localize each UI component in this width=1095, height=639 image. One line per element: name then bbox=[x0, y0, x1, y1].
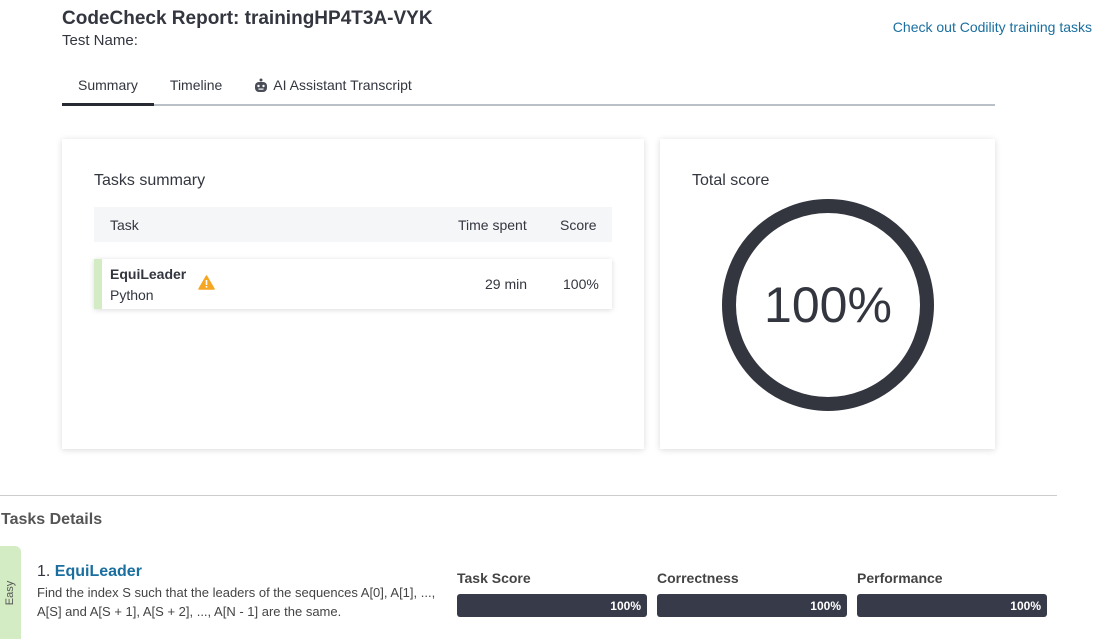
time-spent: 29 min bbox=[485, 276, 528, 292]
total-score-card: Total score 100% bbox=[660, 139, 995, 449]
progress-bar: 100% bbox=[657, 594, 847, 617]
metric-performance: Performance 100% bbox=[857, 570, 1047, 617]
task-score: 100% bbox=[563, 276, 599, 292]
tab-bar: Summary Timeline AI Assistant Transcript bbox=[62, 70, 995, 106]
test-name: Test Name: bbox=[62, 32, 138, 49]
column-task: Task bbox=[110, 217, 139, 233]
tasks-summary-title: Tasks summary bbox=[94, 172, 206, 189]
progress-bar: 100% bbox=[857, 594, 1047, 617]
tab-timeline[interactable]: Timeline bbox=[154, 70, 238, 106]
divider bbox=[0, 495, 1057, 496]
column-score: Score bbox=[560, 217, 597, 233]
page-title: CodeCheck Report: trainingHP4T3A-VYK bbox=[62, 8, 433, 29]
tasks-details-title: Tasks Details bbox=[1, 511, 103, 528]
metric-correctness: Correctness 100% bbox=[657, 570, 847, 617]
tab-ai-assistant-transcript[interactable]: AI Assistant Transcript bbox=[238, 70, 428, 106]
difficulty-label: Easy bbox=[4, 580, 17, 605]
table-header: Task Time spent Score bbox=[94, 207, 612, 242]
metric-task-score: Task Score 100% bbox=[457, 570, 647, 617]
task-link[interactable]: EquiLeader bbox=[55, 563, 142, 580]
metric-label: Task Score bbox=[457, 570, 531, 586]
tab-label: AI Assistant Transcript bbox=[273, 77, 412, 93]
metric-label: Performance bbox=[857, 570, 943, 586]
difficulty-badge: Easy bbox=[0, 546, 21, 639]
training-tasks-link[interactable]: Check out Codility training tasks bbox=[893, 19, 1092, 35]
task-language: Python bbox=[110, 287, 154, 303]
score-ring: 100% bbox=[722, 199, 934, 411]
warning-icon[interactable] bbox=[198, 275, 215, 293]
tab-label: Summary bbox=[78, 77, 138, 93]
column-time-spent: Time spent bbox=[458, 217, 527, 233]
task-description: Find the index S such that the leaders o… bbox=[37, 585, 436, 619]
task-heading: 1. EquiLeader bbox=[37, 563, 142, 581]
total-score-value: 100% bbox=[764, 277, 892, 333]
total-score-title: Total score bbox=[692, 172, 770, 189]
tab-summary[interactable]: Summary bbox=[62, 70, 154, 106]
task-name: EquiLeader bbox=[110, 266, 187, 282]
task-number: 1. bbox=[37, 563, 51, 580]
progress-bar: 100% bbox=[457, 594, 647, 617]
tasks-summary-card: Tasks summary Task Time spent Score Equi… bbox=[62, 139, 644, 449]
metric-label: Correctness bbox=[657, 570, 739, 586]
robot-icon bbox=[255, 78, 268, 92]
tab-label: Timeline bbox=[169, 77, 223, 93]
table-row[interactable]: EquiLeader Python 29 min 100% bbox=[94, 259, 612, 309]
